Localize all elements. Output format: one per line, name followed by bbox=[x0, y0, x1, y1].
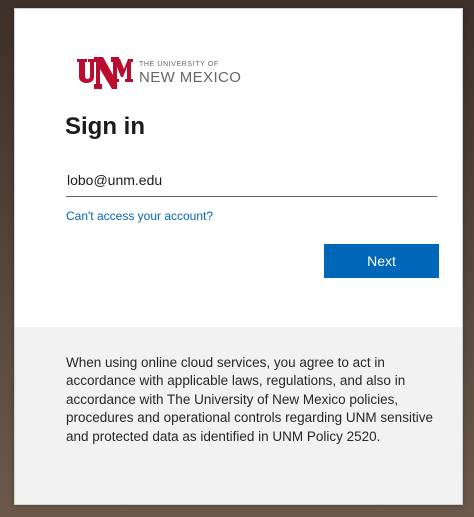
unm-logo-mark-icon bbox=[77, 57, 133, 89]
signin-card: THE UNIVERSITY OF NEW MEXICO Sign in Can… bbox=[14, 8, 463, 505]
logo-line-new-mexico: NEW MEXICO bbox=[139, 69, 242, 86]
next-button[interactable]: Next bbox=[324, 244, 439, 278]
unm-logo: THE UNIVERSITY OF NEW MEXICO bbox=[73, 55, 241, 91]
policy-footer: When using online cloud services, you ag… bbox=[15, 327, 462, 504]
logo-wordmark: THE UNIVERSITY OF NEW MEXICO bbox=[139, 61, 241, 85]
email-field[interactable] bbox=[66, 163, 437, 197]
page-background: THE UNIVERSITY OF NEW MEXICO Sign in Can… bbox=[0, 0, 474, 517]
logo-line-university-of: THE UNIVERSITY OF bbox=[139, 61, 219, 68]
page-title: Sign in bbox=[65, 113, 145, 140]
policy-notice-text: When using online cloud services, you ag… bbox=[66, 355, 433, 444]
cant-access-account-link[interactable]: Can't access your account? bbox=[66, 209, 213, 223]
